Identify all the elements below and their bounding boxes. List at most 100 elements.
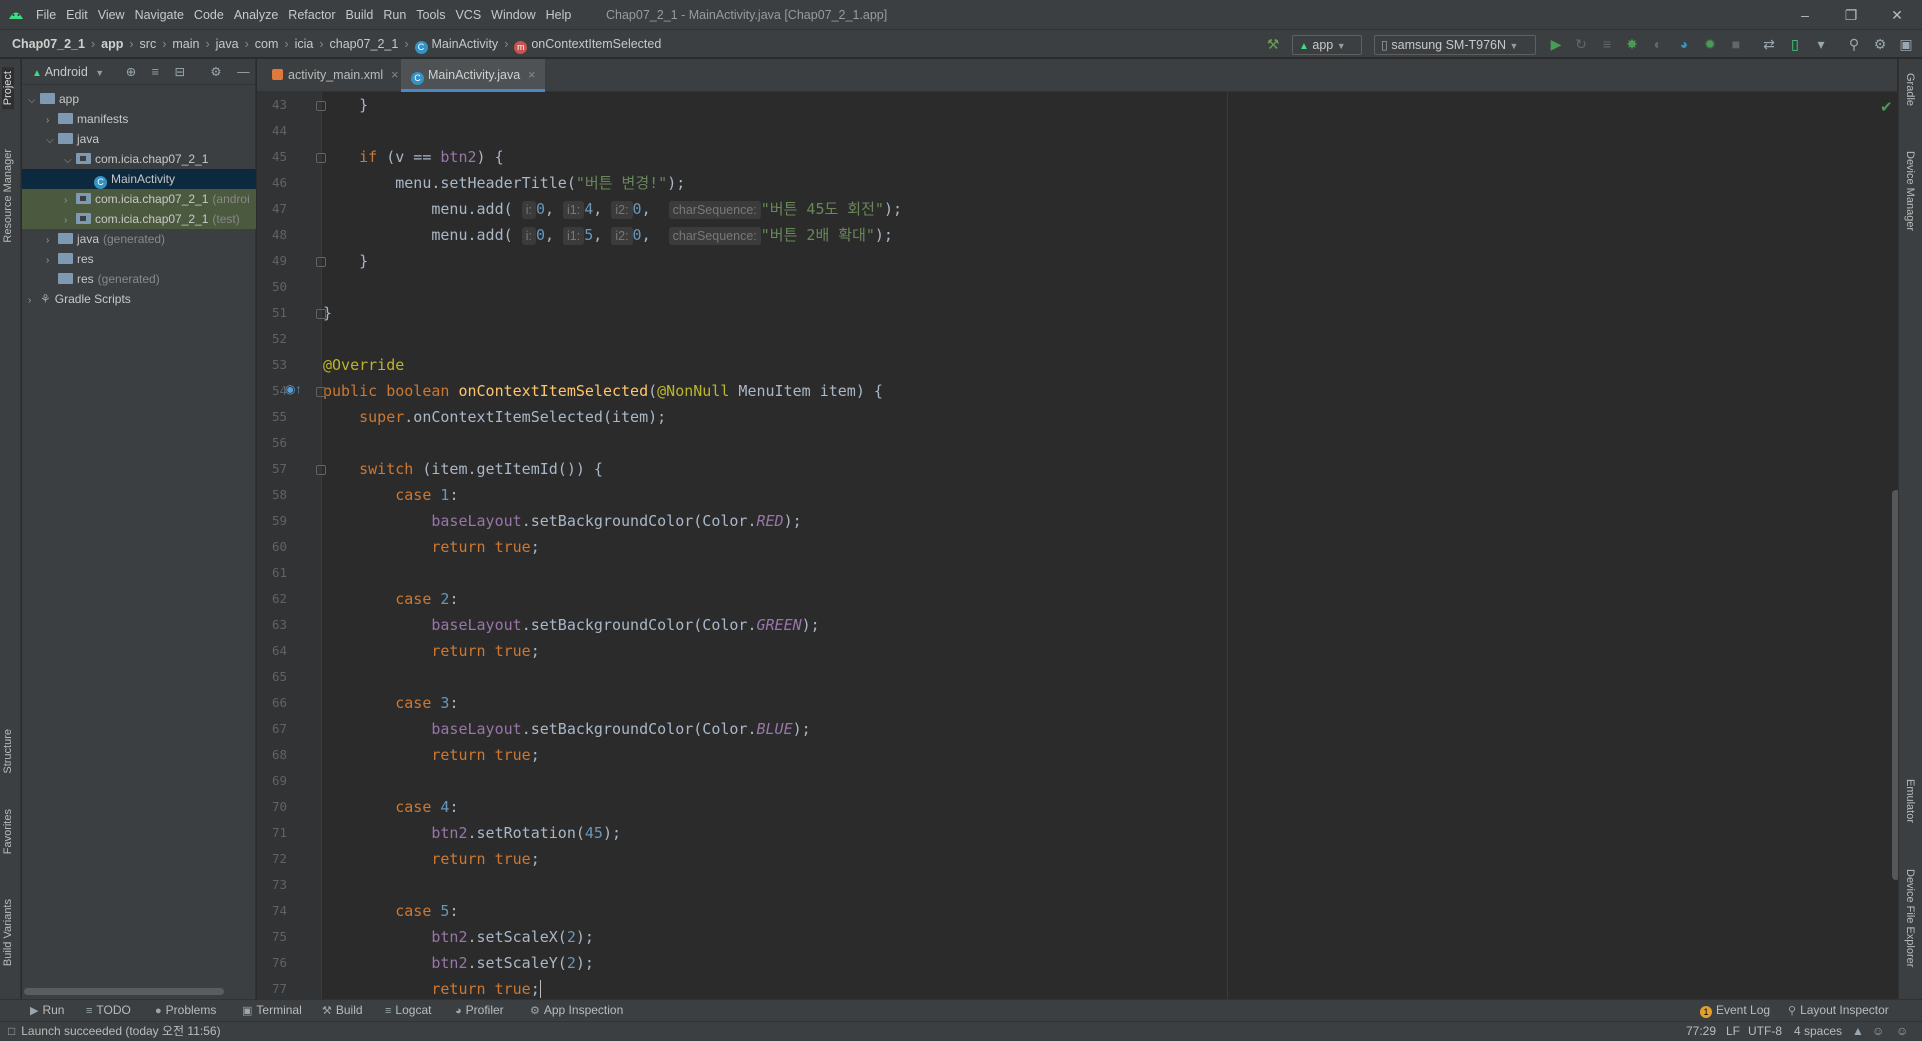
- panel-toggle-icon[interactable]: □: [8, 1024, 15, 1038]
- tree-item[interactable]: › com.icia.chap07_2_1 (androi: [22, 189, 256, 209]
- apply-changes-icon[interactable]: ↻: [1570, 33, 1592, 55]
- favorites-tool-button[interactable]: Favorites: [2, 809, 14, 854]
- terminal-tool-button[interactable]: ▣ Terminal: [242, 999, 302, 1021]
- app-inspection-tool-button[interactable]: ⚙ App Inspection: [530, 999, 623, 1021]
- notifications-icon[interactable]: ☺: [1896, 1021, 1908, 1041]
- file-encoding[interactable]: UTF-8: [1748, 1021, 1782, 1041]
- chevron-right-icon[interactable]: ›: [46, 251, 58, 271]
- menu-view[interactable]: View: [98, 8, 125, 22]
- fold-marker[interactable]: [316, 257, 326, 267]
- chevron-right-icon[interactable]: ›: [46, 111, 58, 131]
- menu-vcs[interactable]: VCS: [455, 8, 481, 22]
- tree-item[interactable]: ⌵ java: [22, 129, 256, 149]
- make-project-hammer-icon[interactable]: ⚒: [1262, 33, 1284, 55]
- sync-gradle-icon[interactable]: ⇄: [1758, 33, 1780, 55]
- breadcrumb-class[interactable]: MainActivity: [432, 37, 499, 51]
- chevron-down-icon[interactable]: ⌵: [64, 151, 76, 171]
- inspector-face-icon[interactable]: ☺: [1872, 1021, 1884, 1041]
- event-log-tool-button[interactable]: 1 Event Log: [1700, 999, 1770, 1021]
- menu-analyze[interactable]: Analyze: [234, 8, 278, 22]
- breadcrumb-project[interactable]: Chap07_2_1: [12, 37, 85, 51]
- attach-debugger-icon[interactable]: ✹: [1699, 33, 1721, 55]
- run-icon[interactable]: ▶: [1545, 33, 1567, 55]
- menu-window[interactable]: Window: [491, 8, 535, 22]
- breadcrumb-package[interactable]: chap07_2_1: [330, 37, 399, 51]
- menu-help[interactable]: Help: [546, 8, 572, 22]
- chevron-down-icon[interactable]: ⌵: [46, 131, 58, 151]
- gear-icon[interactable]: ⚙: [210, 65, 221, 79]
- debug-icon[interactable]: ✸: [1621, 33, 1643, 55]
- chevron-down-icon[interactable]: ▼: [95, 68, 104, 78]
- override-gutter-icon[interactable]: ◉↑: [285, 382, 301, 396]
- tree-item[interactable]: ⌵ app: [22, 89, 256, 109]
- todo-tool-button[interactable]: ≡ TODO: [86, 999, 131, 1021]
- profile-icon[interactable]: ◕: [1673, 33, 1695, 55]
- fold-marker[interactable]: [316, 101, 326, 111]
- line-separator[interactable]: LF: [1726, 1021, 1740, 1041]
- coverage-icon[interactable]: ◐: [1647, 33, 1669, 55]
- gear-icon[interactable]: ⚙: [1869, 33, 1891, 55]
- chevron-right-icon[interactable]: ›: [64, 191, 76, 211]
- menu-edit[interactable]: Edit: [66, 8, 88, 22]
- layout-inspector-tool-button[interactable]: ⚲ Layout Inspector: [1788, 999, 1889, 1021]
- breadcrumb-main[interactable]: main: [172, 37, 199, 51]
- indent-setting[interactable]: 4 spaces: [1794, 1021, 1842, 1041]
- tree-item[interactable]: › manifests: [22, 109, 256, 129]
- breadcrumb-method[interactable]: onContextItemSelected: [531, 37, 661, 51]
- breadcrumb-java[interactable]: java: [216, 37, 239, 51]
- tree-item[interactable]: › ⚘ Gradle Scripts: [22, 289, 256, 309]
- menu-file[interactable]: File: [36, 8, 56, 22]
- minimize-button[interactable]: –: [1782, 0, 1828, 30]
- tab-mainactivity-java[interactable]: C MainActivity.java ×: [401, 59, 546, 92]
- stop-icon[interactable]: ■: [1725, 33, 1747, 55]
- no-problems-check-icon[interactable]: ✔: [1880, 98, 1893, 116]
- run-config-select[interactable]: ▲ app ▼: [1292, 35, 1362, 55]
- chevron-right-icon[interactable]: ›: [46, 231, 58, 251]
- project-view-select[interactable]: Android: [45, 65, 88, 79]
- tree-item[interactable]: › res: [22, 249, 256, 269]
- device-select[interactable]: ▯ samsung SM-T976N ▼: [1374, 35, 1536, 55]
- tree-item[interactable]: res (generated): [22, 269, 256, 289]
- menu-run[interactable]: Run: [383, 8, 406, 22]
- fold-marker[interactable]: [316, 465, 326, 475]
- profiler-tool-button[interactable]: ◕ Profiler: [455, 999, 504, 1021]
- chevron-right-icon[interactable]: ›: [64, 211, 76, 231]
- chevron-down-icon[interactable]: ⌵: [28, 91, 40, 111]
- emulator-tool-button[interactable]: Emulator: [1904, 779, 1916, 823]
- close-tab-icon[interactable]: ×: [528, 68, 535, 82]
- project-horizontal-scrollbar[interactable]: [24, 988, 224, 995]
- problems-tool-button[interactable]: ● Problems: [155, 999, 216, 1021]
- caret-position[interactable]: 77:29: [1686, 1021, 1716, 1041]
- menu-code[interactable]: Code: [194, 8, 224, 22]
- build-tool-button[interactable]: ⚒ Build: [322, 999, 363, 1021]
- build-variants-tool-button[interactable]: Build Variants: [2, 899, 14, 966]
- close-tab-icon[interactable]: ×: [391, 68, 398, 82]
- fold-marker[interactable]: [316, 153, 326, 163]
- sdk-manager-icon[interactable]: ▾: [1810, 33, 1832, 55]
- apply-code-changes-icon[interactable]: ≡: [1596, 33, 1618, 55]
- project-tool-button[interactable]: Project: [2, 67, 14, 110]
- locate-icon[interactable]: ⊕: [126, 65, 136, 79]
- fold-marker[interactable]: [316, 387, 326, 397]
- avd-manager-icon[interactable]: ▯: [1784, 33, 1806, 55]
- expand-all-icon[interactable]: ≡: [152, 65, 159, 79]
- gradle-tool-button[interactable]: Gradle: [1904, 73, 1916, 106]
- resource-manager-tool-button[interactable]: Resource Manager: [2, 149, 14, 243]
- breadcrumb-src[interactable]: src: [140, 37, 157, 51]
- tree-item[interactable]: C MainActivity: [22, 169, 256, 189]
- tree-item[interactable]: › java (generated): [22, 229, 256, 249]
- tree-item[interactable]: › com.icia.chap07_2_1 (test): [22, 209, 256, 229]
- run-tool-button[interactable]: ▶ Run: [30, 999, 64, 1021]
- device-manager-tool-button[interactable]: Device Manager: [1904, 151, 1916, 231]
- fold-marker[interactable]: [316, 309, 326, 319]
- collapse-all-icon[interactable]: ⊟: [174, 65, 184, 79]
- restore-button[interactable]: ❐: [1828, 0, 1874, 30]
- logcat-tool-button[interactable]: ≡ Logcat: [385, 999, 431, 1021]
- menu-navigate[interactable]: Navigate: [135, 8, 184, 22]
- breadcrumb-com[interactable]: com: [255, 37, 279, 51]
- menu-build[interactable]: Build: [346, 8, 374, 22]
- tree-item[interactable]: ⌵ com.icia.chap07_2_1: [22, 149, 256, 169]
- account-icon[interactable]: ▣: [1895, 33, 1917, 55]
- search-icon[interactable]: ⚲: [1843, 33, 1865, 55]
- lock-icon[interactable]: ▲: [1852, 1021, 1864, 1041]
